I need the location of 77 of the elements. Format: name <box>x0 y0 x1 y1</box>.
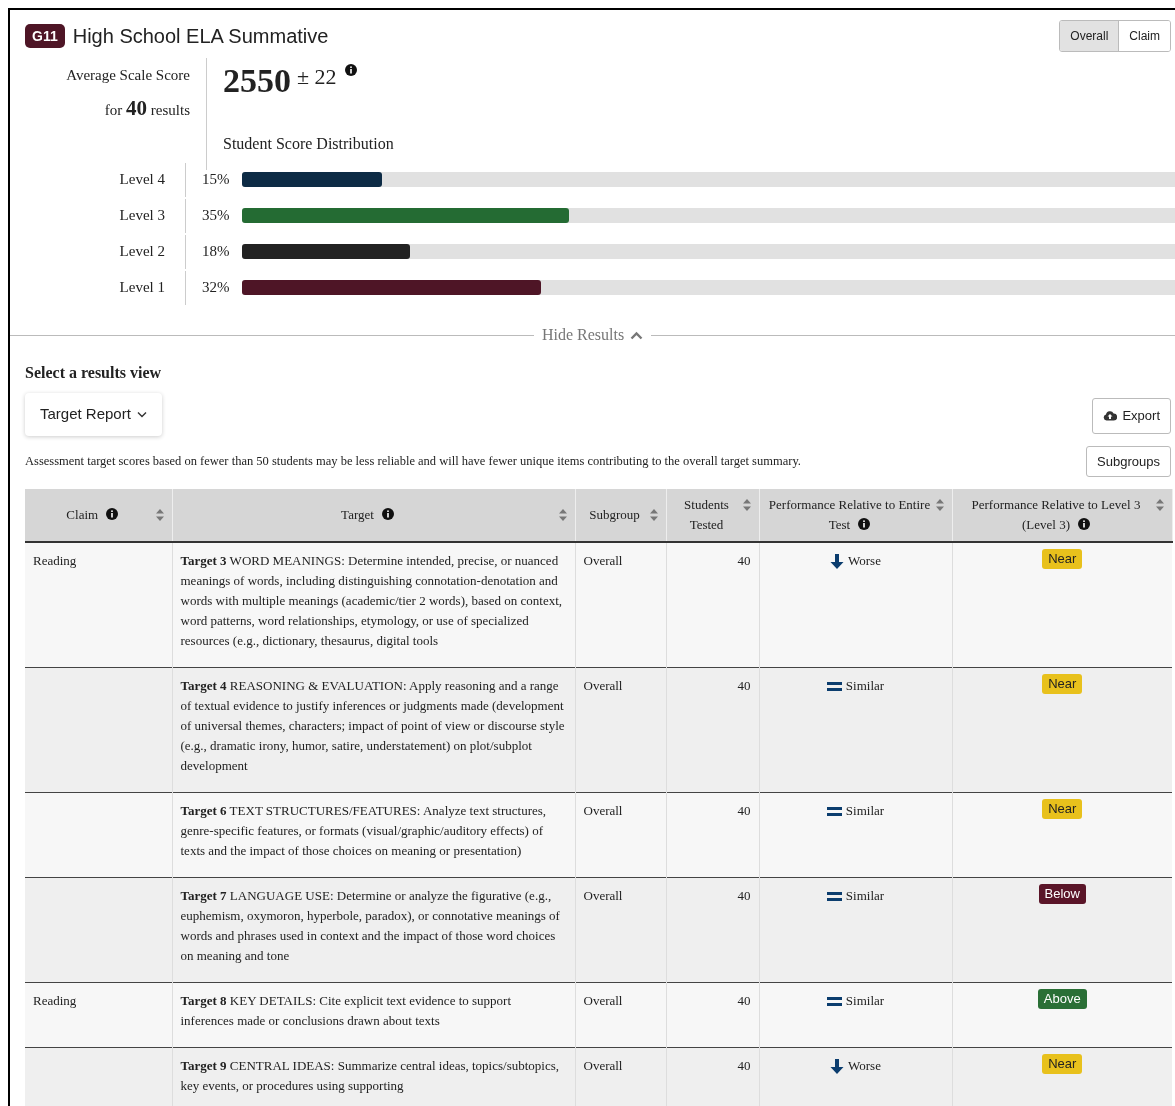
table-cell: Overall <box>575 982 666 1048</box>
average-score: 2550 <box>223 64 291 98</box>
trend-label: Similar <box>845 887 885 905</box>
cloud-icon <box>1103 410 1118 422</box>
level-percent: 35% <box>202 206 231 226</box>
level-badge: Above <box>1037 989 1087 1009</box>
sort-icon[interactable] <box>558 509 567 521</box>
table-cell: Reading <box>25 542 172 668</box>
table-cell: 40 <box>666 667 759 793</box>
score-label: Average Scale Score <box>66 66 190 85</box>
level-label: Level 4 <box>118 170 166 190</box>
score-error: ± 22 <box>297 66 337 88</box>
sort-icon[interactable] <box>935 499 944 511</box>
column-header[interactable]: Students Tested <box>666 489 759 542</box>
table-cell: Target 4 REASONING & EVALUATION: Apply reasoning and a range of textual evidence to justify inferences or judgments made (development of universal themes, characters; impact of point of view or discourse style (e.g., dramatic irony, humor, satire, understatement) on plot/subplot development <box>172 667 575 793</box>
results-count: for 40 results <box>104 94 190 122</box>
table-cell: Target 9 CENTRAL IDEAS: Summarize central ideas, topics/subtopics, key events, or procedures using supporting <box>172 1047 575 1106</box>
distribution-title: Student Score Distribution <box>223 134 395 154</box>
table-cell: Target 8 KEY DETAILS: Cite explicit text evidence to support inferences made or conclusions drawn about texts <box>172 982 575 1048</box>
assessment-title: High School ELA Summative <box>72 24 329 49</box>
down-arrow-icon <box>830 1058 845 1074</box>
chevron-up-icon <box>630 330 644 340</box>
equals-icon <box>826 805 842 817</box>
subgroups-button[interactable]: Subgroups <box>1086 445 1171 477</box>
table-cell: 40 <box>666 982 759 1048</box>
trend-label: Worse <box>848 552 881 570</box>
table-cell: Reading <box>25 982 172 1048</box>
chevron-down-icon <box>136 410 147 418</box>
level-badge: Near <box>1042 1054 1083 1074</box>
level-label: Level 2 <box>118 242 166 262</box>
equals-icon <box>826 890 842 902</box>
level-label: Level 3 <box>118 206 166 226</box>
table-cell: Overall <box>575 542 666 668</box>
table-cell: Overall <box>575 1047 666 1106</box>
trend-label: Similar <box>845 992 885 1010</box>
column-header[interactable]: Subgroup <box>575 489 666 542</box>
down-arrow-icon <box>830 553 845 569</box>
hide-results-link[interactable]: Hide Results <box>533 323 652 347</box>
table-cell: Overall <box>575 667 666 793</box>
sort-icon[interactable] <box>649 509 658 521</box>
view-toggle-tab[interactable]: Overall <box>1060 21 1119 51</box>
table-cell: Overall <box>575 877 666 983</box>
level-badge: Near <box>1042 674 1083 694</box>
level-badge: Near <box>1042 799 1083 819</box>
equals-icon <box>826 680 842 692</box>
table-cell: Target 7 LANGUAGE USE: Determine or analyze the figurative (e.g., euphemism, oxymoron, hyperbole, paradox), or connotative meanings of words and phrases used in context and the impact of those word choices on meaning and tone <box>172 877 575 983</box>
level-percent: 15% <box>202 170 231 190</box>
column-header[interactable]: Performance Relative to Level 3 (Level 3) <box>952 489 1172 542</box>
level-percent: 18% <box>202 242 231 262</box>
table-cell: 40 <box>666 877 759 983</box>
column-header[interactable]: Performance Relative to Entire Test <box>759 489 952 542</box>
results-view-heading: Select a results view <box>25 363 163 383</box>
level-label: Level 1 <box>118 278 166 298</box>
sort-icon[interactable] <box>742 499 751 511</box>
column-header[interactable]: Target <box>172 489 575 542</box>
equals-icon <box>826 995 842 1007</box>
sort-icon[interactable] <box>155 509 164 521</box>
table-cell: Overall <box>575 792 666 878</box>
sort-icon[interactable] <box>1155 499 1164 511</box>
view-toggle-tab[interactable]: Claim <box>1118 21 1170 51</box>
trend-label: Worse <box>848 1057 881 1075</box>
table-cell: Target 6 TEXT STRUCTURES/FEATURES: Analyze text structures, genre-specific features, or formats (visual/graphic/auditory effects) of texts and the impact of those choices on meaning or presentation) <box>172 792 575 878</box>
table-cell: 40 <box>666 542 759 668</box>
trend-label: Similar <box>845 677 885 695</box>
table-cell: 40 <box>666 792 759 878</box>
report-dropdown[interactable]: Target Report <box>25 393 162 436</box>
column-header[interactable]: Claim <box>25 489 172 542</box>
reliability-note: Assessment target scores based on fewer than 50 students may be less reliable and will have fewer unique items contributing to the overall target summary. <box>25 452 801 470</box>
trend-label: Similar <box>845 802 885 820</box>
grade-badge: G11 <box>25 24 65 48</box>
level-badge: Near <box>1042 549 1083 569</box>
level-percent: 32% <box>202 278 231 298</box>
export-button[interactable]: Export <box>1092 398 1171 434</box>
table-cell: 40 <box>666 1047 759 1106</box>
level-badge: Below <box>1038 884 1086 904</box>
table-cell: Target 3 WORD MEANINGS: Determine intended, precise, or nuanced meanings of words, including distinguishing connotation-denotation and words with multiple meanings (academic/tier 2 words), based on context, word patterns, word relationships, etymology, or use of specialized resources (e.g., dictionary, thesaurus, digital tools <box>172 542 575 668</box>
info-icon <box>344 64 357 76</box>
